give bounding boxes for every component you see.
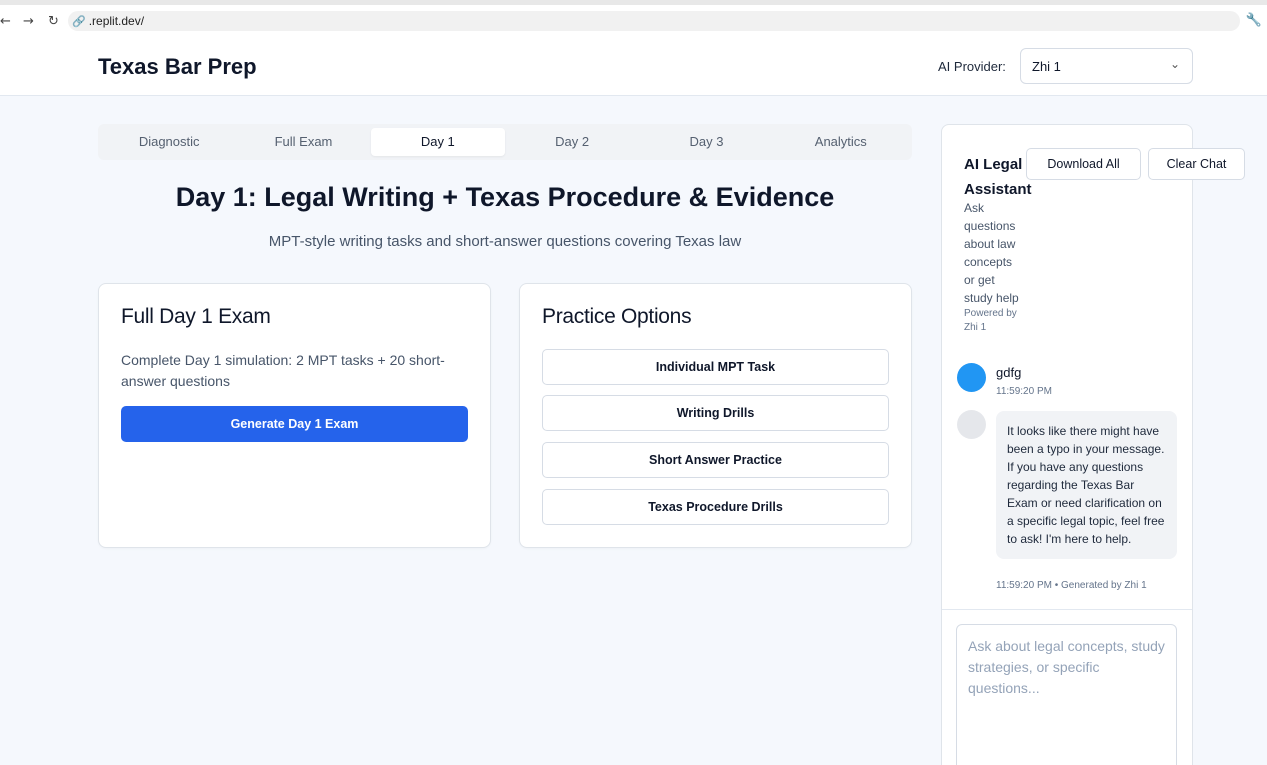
reload-icon[interactable]: ↻	[48, 13, 59, 31]
tab-day-2[interactable]: Day 2	[505, 128, 639, 156]
address-bar[interactable]: 🔗 .replit.dev/	[68, 11, 1240, 31]
chat-title: AI Legal Assistant	[964, 156, 1032, 198]
practice-options-card: Practice Options Individual MPT Task Wri…	[519, 283, 912, 548]
tab-diagnostic[interactable]: Diagnostic	[102, 128, 236, 156]
full-exam-card-description: Complete Day 1 simulation: 2 MPT tasks +…	[121, 352, 445, 389]
chat-input[interactable]	[956, 624, 1177, 765]
generate-day1-exam-button[interactable]: Generate Day 1 Exam	[121, 406, 468, 442]
practice-options-title: Practice Options	[542, 305, 692, 328]
tab-full-exam[interactable]: Full Exam	[236, 128, 370, 156]
chat-description: Ask questions about law concepts or get …	[964, 201, 1019, 305]
tab-day-1[interactable]: Day 1	[370, 128, 505, 156]
full-exam-card-title: Full Day 1 Exam	[121, 305, 271, 328]
ai-provider-label: AI Provider:	[938, 59, 1006, 74]
assistant-message-meta: 11:59:20 PM • Generated by Zhi 1	[996, 580, 1147, 591]
forward-arrow-icon[interactable]: →	[23, 13, 34, 31]
tab-analytics[interactable]: Analytics	[774, 128, 908, 156]
tab-day-3[interactable]: Day 3	[639, 128, 773, 156]
wrench-icon[interactable]: 🔧	[1246, 13, 1262, 28]
page-subtitle: MPT-style writing tasks and short-answer…	[268, 233, 742, 250]
assistant-avatar	[957, 410, 986, 439]
app-header: Texas Bar Prep AI Provider: Zhi 1 ⌄	[0, 36, 1267, 96]
chat-powered-by: Powered by Zhi 1	[964, 308, 1017, 333]
ai-legal-assistant-panel: AI Legal Assistant Ask questions about l…	[941, 124, 1245, 765]
individual-mpt-task-button[interactable]: Individual MPT Task	[542, 349, 889, 385]
chat-divider	[942, 609, 1192, 610]
app-title: Texas Bar Prep	[98, 54, 257, 79]
user-message: gdfg	[996, 365, 1022, 380]
user-message-timestamp: 11:59:20 PM	[996, 386, 1052, 397]
assistant-message: It looks like there might have been a ty…	[996, 411, 1177, 559]
back-arrow-icon[interactable]: ←	[0, 13, 11, 31]
texas-procedure-drills-button[interactable]: Texas Procedure Drills	[542, 489, 889, 525]
link-icon: 🔗	[72, 14, 86, 28]
ai-provider-value: Zhi 1	[1032, 59, 1061, 74]
download-all-button[interactable]: Download All	[1026, 148, 1141, 180]
clear-chat-button[interactable]: Clear Chat	[1148, 148, 1245, 180]
url-text: .replit.dev/	[88, 14, 145, 28]
full-exam-card: Full Day 1 Exam Complete Day 1 simulatio…	[98, 283, 491, 548]
exam-tabs: Diagnostic Full Exam Day 1 Day 2 Day 3 A…	[98, 124, 912, 160]
ai-provider-select[interactable]: Zhi 1 ⌄	[1020, 48, 1193, 84]
short-answer-practice-button[interactable]: Short Answer Practice	[542, 442, 889, 478]
user-avatar	[957, 363, 986, 392]
browser-toolbar: ← → ↻ 🔗 .replit.dev/ 🔧	[0, 0, 1267, 36]
writing-drills-button[interactable]: Writing Drills	[542, 395, 889, 431]
chevron-down-icon: ⌄	[1169, 57, 1180, 71]
page-title: Day 1: Legal Writing + Texas Procedure &…	[175, 182, 835, 212]
